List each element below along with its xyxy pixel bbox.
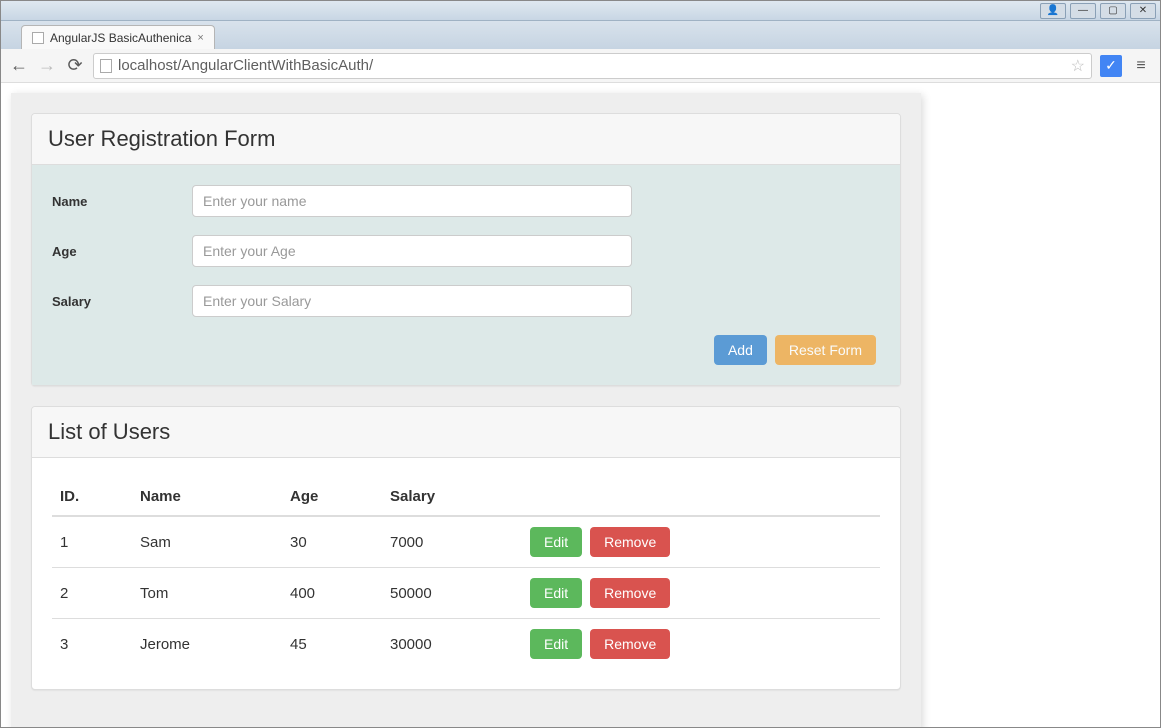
extension-button[interactable]: ✓ <box>1100 55 1122 77</box>
users-list-title: List of Users <box>32 407 900 458</box>
name-label: Name <box>52 194 192 209</box>
cell-actions: Edit Remove <box>522 516 880 568</box>
edit-button[interactable]: Edit <box>530 578 582 608</box>
salary-input[interactable] <box>192 285 632 317</box>
reload-button[interactable]: ⟳ <box>65 56 85 76</box>
forward-button[interactable]: → <box>37 56 57 76</box>
bookmark-star-icon[interactable]: ☆ <box>1071 56 1085 76</box>
cell-age: 45 <box>282 619 382 670</box>
edit-button[interactable]: Edit <box>530 629 582 659</box>
close-window-button[interactable]: ✕ <box>1130 3 1156 19</box>
user-icon[interactable]: 👤 <box>1040 3 1066 19</box>
age-input[interactable] <box>192 235 632 267</box>
browser-window: 👤 — ▢ ✕ AngularJS BasicAuthenica × ← → ⟳… <box>0 0 1161 728</box>
table-row: 2Tom40050000 Edit Remove <box>52 568 880 619</box>
cell-name: Tom <box>132 568 282 619</box>
registration-panel: User Registration Form Name Age Salary <box>31 113 901 386</box>
cell-actions: Edit Remove <box>522 619 880 670</box>
window-title-bar: 👤 — ▢ ✕ <box>1 1 1160 21</box>
site-icon <box>100 59 112 73</box>
remove-button[interactable]: Remove <box>590 578 670 608</box>
cell-age: 30 <box>282 516 382 568</box>
col-header-age: Age <box>282 478 382 516</box>
cell-id: 1 <box>52 516 132 568</box>
hamburger-menu-icon[interactable]: ≡ <box>1130 55 1152 77</box>
address-bar[interactable]: localhost/AngularClientWithBasicAuth/ ☆ <box>93 53 1092 79</box>
edit-button[interactable]: Edit <box>530 527 582 557</box>
reset-form-button[interactable]: Reset Form <box>775 335 876 365</box>
browser-tab[interactable]: AngularJS BasicAuthenica × <box>21 25 215 49</box>
page-viewport[interactable]: User Registration Form Name Age Salary <box>1 83 1160 727</box>
col-header-salary: Salary <box>382 478 522 516</box>
col-header-id: ID. <box>52 478 132 516</box>
minimize-button[interactable]: — <box>1070 3 1096 19</box>
cell-id: 2 <box>52 568 132 619</box>
registration-panel-title: User Registration Form <box>32 114 900 165</box>
cell-age: 400 <box>282 568 382 619</box>
cell-actions: Edit Remove <box>522 568 880 619</box>
remove-button[interactable]: Remove <box>590 629 670 659</box>
close-tab-icon[interactable]: × <box>197 32 203 44</box>
col-header-name: Name <box>132 478 282 516</box>
form-row-name: Name <box>52 185 880 217</box>
users-list-body: ID. Name Age Salary 1Sam307000 Edit Remove… <box>32 458 900 689</box>
cell-salary: 7000 <box>382 516 522 568</box>
form-actions: Add Reset Form <box>52 335 880 365</box>
col-header-actions <box>522 478 880 516</box>
form-row-salary: Salary <box>52 285 880 317</box>
registration-form: Name Age Salary Add Reset Form <box>32 165 900 385</box>
tab-strip: AngularJS BasicAuthenica × <box>1 21 1160 49</box>
page-container: User Registration Form Name Age Salary <box>11 93 921 727</box>
tab-title: AngularJS BasicAuthenica <box>50 31 191 45</box>
users-table: ID. Name Age Salary 1Sam307000 Edit Remove… <box>52 478 880 669</box>
table-row: 3Jerome4530000 Edit Remove <box>52 619 880 670</box>
maximize-button[interactable]: ▢ <box>1100 3 1126 19</box>
table-row: 1Sam307000 Edit Remove <box>52 516 880 568</box>
cell-salary: 30000 <box>382 619 522 670</box>
cell-salary: 50000 <box>382 568 522 619</box>
remove-button[interactable]: Remove <box>590 527 670 557</box>
name-input[interactable] <box>192 185 632 217</box>
age-label: Age <box>52 244 192 259</box>
form-row-age: Age <box>52 235 880 267</box>
url-text: localhost/AngularClientWithBasicAuth/ <box>118 57 1065 74</box>
users-list-panel: List of Users ID. Name Age Salary <box>31 406 901 690</box>
add-button[interactable]: Add <box>714 335 767 365</box>
cell-id: 3 <box>52 619 132 670</box>
page-icon <box>32 32 44 44</box>
salary-label: Salary <box>52 294 192 309</box>
cell-name: Jerome <box>132 619 282 670</box>
cell-name: Sam <box>132 516 282 568</box>
nav-bar: ← → ⟳ localhost/AngularClientWithBasicAu… <box>1 49 1160 83</box>
back-button[interactable]: ← <box>9 56 29 76</box>
